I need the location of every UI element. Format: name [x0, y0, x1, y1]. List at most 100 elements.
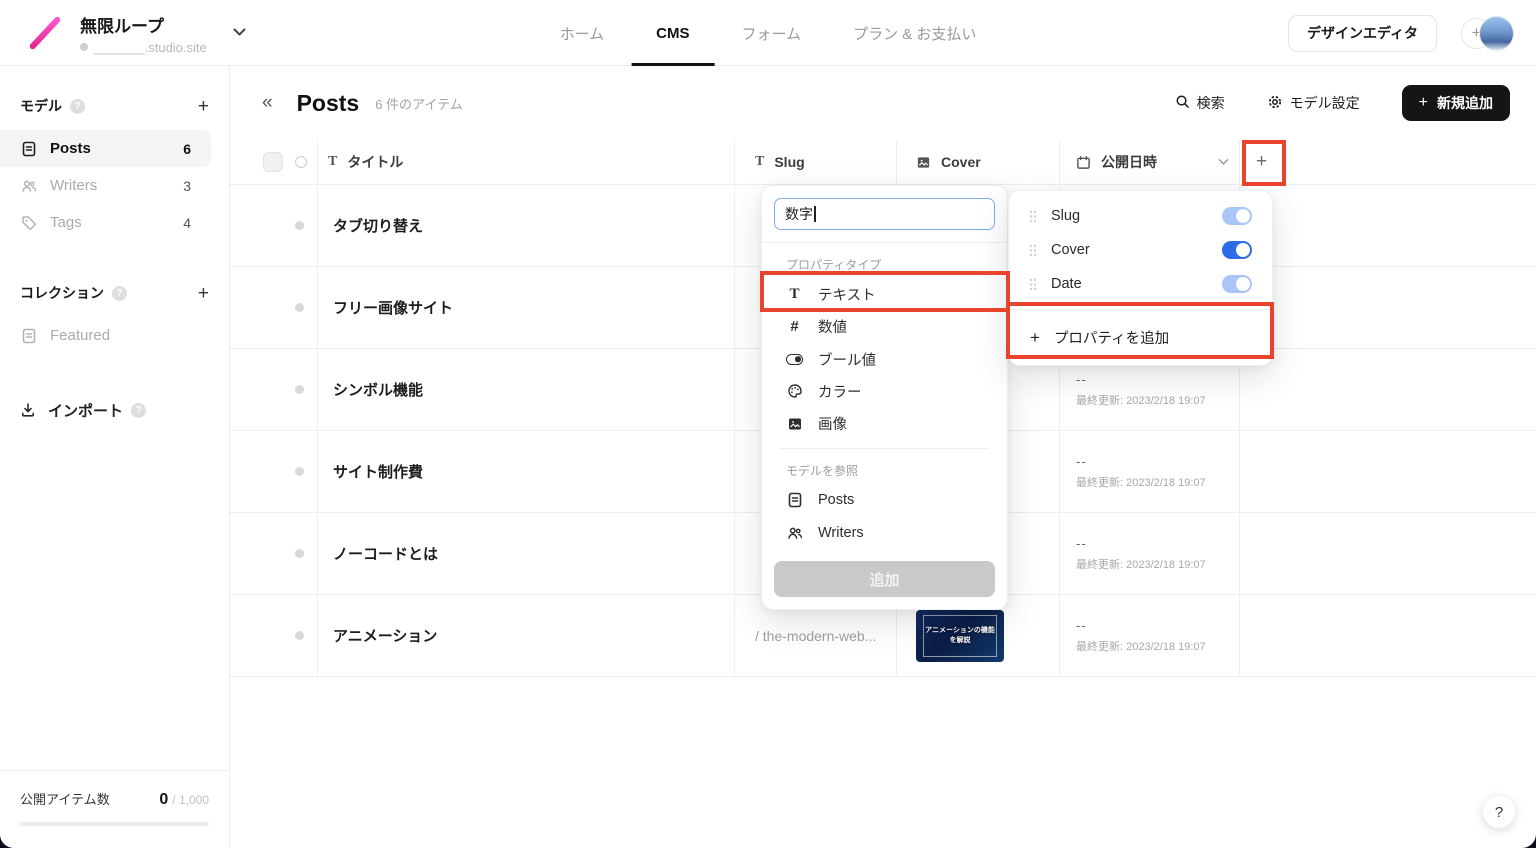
- column-header-slug[interactable]: T Slug: [735, 140, 897, 184]
- models-help-icon[interactable]: ?: [70, 99, 85, 114]
- model-settings-button[interactable]: モデル設定: [1267, 93, 1360, 113]
- published-limit: / 1,000: [172, 793, 209, 807]
- select-header-cell: [230, 140, 318, 184]
- row-title: サイト制作費: [328, 461, 423, 482]
- row-select-cell: [230, 349, 318, 430]
- row-extra-cell: [1240, 349, 1536, 430]
- drag-handle-icon[interactable]: [1029, 278, 1037, 291]
- sidebar-item-featured[interactable]: Featured: [0, 317, 211, 354]
- row-title: シンボル機能: [328, 379, 423, 400]
- table-header-row: T タイトル T Slug Cover 公開日時: [230, 140, 1536, 185]
- sidebar-item-label: Tags: [50, 214, 82, 231]
- row-title-cell: タブ切り替え: [318, 185, 735, 266]
- sidebar-item-import[interactable]: インポート ?: [0, 400, 229, 421]
- add-new-label: 新規追加: [1437, 93, 1493, 113]
- property-type-text[interactable]: T テキスト: [762, 278, 1007, 310]
- sidebar-item-label: Writers: [50, 177, 97, 194]
- tab-forms[interactable]: フォーム: [742, 0, 802, 66]
- property-type-number[interactable]: # 数値: [762, 310, 1007, 342]
- row-title-cell: フリー画像サイト: [318, 267, 735, 348]
- collections-help-icon[interactable]: ?: [112, 286, 127, 301]
- row-date-cell: --最終更新: 2023/2/18 19:07: [1060, 431, 1240, 512]
- tab-home[interactable]: ホーム: [560, 0, 605, 66]
- text-type-icon: T: [786, 286, 803, 303]
- row-select-cell: [230, 267, 318, 348]
- document-icon: [786, 492, 803, 509]
- add-new-item-button[interactable]: + 新規追加: [1402, 85, 1510, 121]
- sidebar-item-writers[interactable]: Writers 3: [0, 167, 211, 204]
- drag-handle-icon[interactable]: [1029, 244, 1037, 257]
- row-extra-cell: [1240, 267, 1536, 348]
- row-title-cell: アニメーション: [318, 595, 735, 676]
- sidebar-item-label: Posts: [50, 140, 91, 157]
- status-dot: [295, 385, 304, 394]
- status-dot: [295, 221, 304, 230]
- add-model-button[interactable]: +: [198, 97, 209, 116]
- model-ref-writers[interactable]: Writers: [762, 517, 1007, 549]
- plus-icon: +: [1030, 328, 1040, 348]
- column-label: Slug: [774, 154, 804, 170]
- row-select-cell: [230, 513, 318, 594]
- model-settings-label: モデル設定: [1290, 93, 1360, 113]
- sidebar-item-label: Featured: [50, 327, 110, 344]
- drag-handle-icon[interactable]: [1029, 210, 1037, 223]
- help-button[interactable]: ?: [1483, 796, 1515, 828]
- chevron-down-icon[interactable]: [233, 24, 246, 42]
- topbar-right: デザインエディタ +: [1288, 0, 1514, 66]
- column-header-date[interactable]: 公開日時: [1060, 140, 1240, 184]
- property-name-input[interactable]: 数字: [774, 198, 995, 230]
- property-type-color[interactable]: カラー: [762, 375, 1007, 407]
- document-icon: [20, 140, 37, 157]
- property-name-value: 数字: [785, 204, 813, 224]
- text-caret: [814, 206, 816, 222]
- cover-visibility-toggle[interactable]: [1222, 241, 1252, 259]
- collapse-sidebar-button[interactable]: «: [262, 92, 273, 114]
- sidebar-item-tags[interactable]: Tags 4: [0, 204, 211, 241]
- image-icon: [786, 415, 803, 432]
- tag-icon: [20, 214, 37, 231]
- status-dot: [295, 303, 304, 312]
- slug-visibility-toggle[interactable]: [1222, 207, 1252, 225]
- people-icon: [20, 177, 37, 194]
- design-editor-button[interactable]: デザインエディタ: [1288, 15, 1437, 52]
- avatar[interactable]: [1479, 16, 1514, 51]
- row-select-cell: [230, 185, 318, 266]
- row-title: フリー画像サイト: [328, 297, 453, 318]
- property-type-image[interactable]: 画像: [762, 408, 1007, 440]
- model-ref-posts[interactable]: Posts: [762, 484, 1007, 516]
- site-status-dot: [80, 43, 88, 51]
- row-title-cell: サイト制作費: [318, 431, 735, 512]
- site-switcher[interactable]: 無限ループ _______.studio.site: [0, 0, 246, 66]
- item-count-badge: 3: [183, 178, 191, 194]
- add-property-column-button[interactable]: +: [1256, 151, 1267, 173]
- add-property-submit-button[interactable]: 追加: [774, 561, 995, 597]
- search-label: 検索: [1197, 93, 1225, 113]
- column-header-cover[interactable]: Cover: [897, 140, 1060, 184]
- tab-cms[interactable]: CMS: [656, 0, 689, 66]
- item-count-badge: 6: [183, 141, 191, 157]
- row-title-cell: シンボル機能: [318, 349, 735, 430]
- page-title: Posts: [297, 90, 360, 117]
- date-visibility-toggle[interactable]: [1222, 275, 1252, 293]
- download-icon: [20, 402, 37, 419]
- content-header-actions: 検索 モデル設定 + 新規追加: [1175, 85, 1510, 121]
- row-select-cell: [230, 595, 318, 676]
- text-type-icon: T: [755, 154, 764, 170]
- sidebar-item-posts[interactable]: Posts 6: [0, 130, 211, 167]
- chevron-down-icon[interactable]: [1218, 158, 1229, 166]
- property-type-popup: 数字 プロパティタイプ T テキスト # 数値 ブール値 カラー 画像: [761, 185, 1008, 610]
- property-type-boolean[interactable]: ブール値: [762, 343, 1007, 375]
- tab-plan-billing[interactable]: プラン & お支払い: [853, 0, 976, 66]
- select-all-checkbox[interactable]: [263, 152, 283, 172]
- import-help-icon[interactable]: ?: [131, 403, 146, 418]
- add-property-menu-item[interactable]: + プロパティを追加: [1009, 310, 1272, 365]
- published-items-label: 公開アイテム数: [20, 789, 110, 808]
- site-meta: 無限ループ _______.studio.site: [80, 12, 207, 55]
- site-domain: _______.studio.site: [80, 40, 207, 55]
- add-collection-button[interactable]: +: [198, 284, 209, 303]
- column-header-title[interactable]: T タイトル: [318, 140, 735, 184]
- model-ref-section-label: モデルを参照: [762, 449, 1007, 484]
- studio-logo: [28, 16, 61, 51]
- search-button[interactable]: 検索: [1175, 93, 1225, 113]
- cover-thumbnail[interactable]: アニメーションの機能を解説: [916, 610, 1004, 662]
